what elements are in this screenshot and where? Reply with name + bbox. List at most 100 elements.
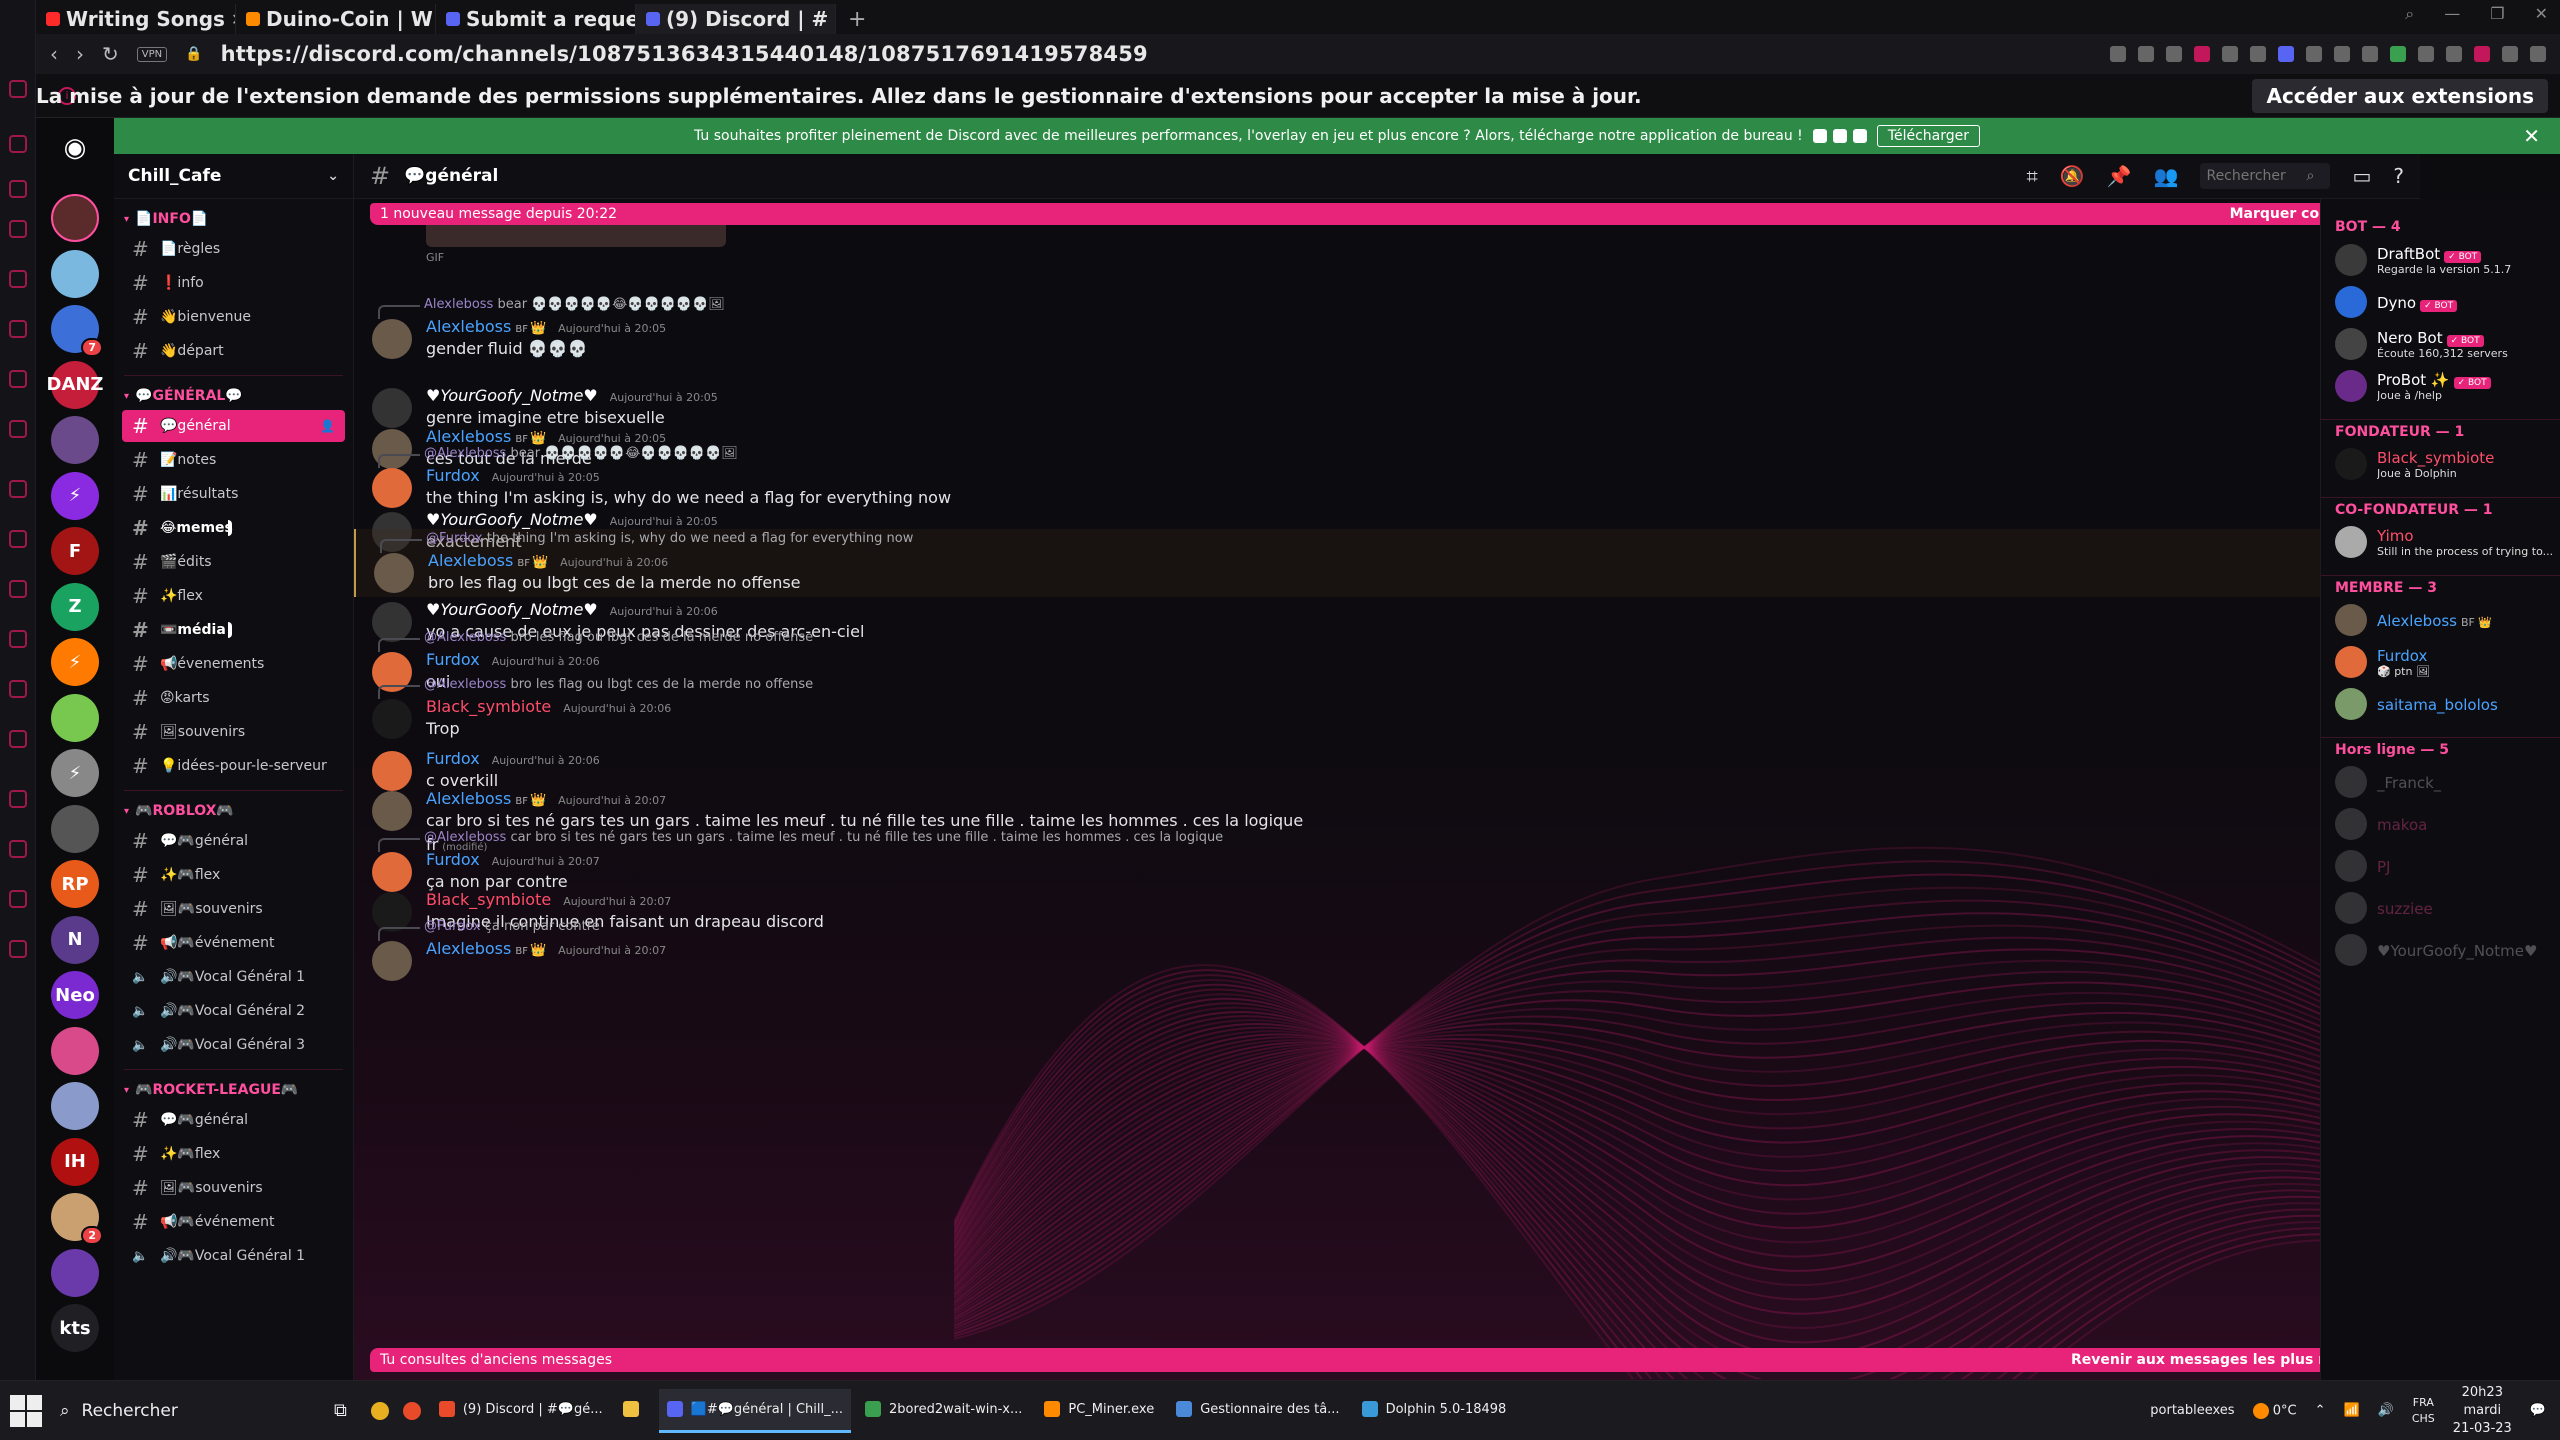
help-icon[interactable]: ? <box>2393 164 2404 188</box>
server-icon[interactable] <box>51 1082 99 1130</box>
pin-icon[interactable]: 📌 <box>2107 164 2132 188</box>
extension-icon[interactable] <box>2306 46 2322 62</box>
chrome-icon[interactable] <box>370 1401 389 1420</box>
avatar[interactable] <box>372 468 412 508</box>
author-name[interactable]: Furdox <box>426 749 480 768</box>
server-icon[interactable] <box>51 804 99 853</box>
server-icon[interactable] <box>51 1248 99 1297</box>
server-icon[interactable]: ⚡ <box>51 471 99 520</box>
reply-preview[interactable]: @Furdox ça non par contre <box>378 919 600 941</box>
weather-widget[interactable]: 0°C <box>2252 1402 2297 1419</box>
author-name[interactable]: ♥YourGoofy_Notme♥ <box>426 510 598 529</box>
server-icon[interactable] <box>51 693 99 742</box>
taskbar-app[interactable]: 2bored2wait-win-x... <box>857 1389 1030 1433</box>
taskbar-app[interactable]: PC_Miner.exe <box>1036 1389 1162 1433</box>
channel-item[interactable]: # ✨🎮flex <box>122 1138 345 1170</box>
guild-header[interactable]: Chill_Cafe ⌄ <box>114 154 353 199</box>
server-icon[interactable]: 2 <box>51 1193 103 1245</box>
author-name[interactable]: Alexleboss <box>428 551 513 570</box>
download-button[interactable]: Télécharger <box>1876 125 1981 147</box>
sidebar-app-icon[interactable] <box>9 135 27 153</box>
channel-item[interactable]: 🔈 🔊🎮Vocal Général 2 <box>122 995 345 1027</box>
browser-tab[interactable]: Writing Songs✕ <box>36 4 236 34</box>
extension-icon[interactable] <box>2222 46 2238 62</box>
server-icon[interactable]: ⚡ <box>51 749 99 797</box>
server-icon[interactable]: Z <box>51 582 99 631</box>
member-item[interactable]: _Franck_ <box>2321 761 2560 803</box>
back-icon[interactable]: ‹ <box>50 42 58 66</box>
sidebar-app-icon[interactable] <box>9 480 27 498</box>
reply-preview[interactable]: @Alexleboss car bro si tes né gars tes u… <box>377 830 1223 852</box>
extension-icon[interactable] <box>2278 46 2294 62</box>
channel-item[interactable]: 🔈 🔊🎮Vocal Général 3 <box>122 1029 345 1061</box>
channel-item[interactable]: # 👋bienvenue <box>122 301 345 333</box>
member-item[interactable]: Yimo Still in the process of trying to... <box>2321 521 2560 563</box>
taskbar-search[interactable]: ⌕ Rechercher <box>60 1391 310 1431</box>
channel-item[interactable]: # 👋départ <box>122 335 345 367</box>
sidebar-app-icon[interactable] <box>9 680 27 698</box>
brave-icon[interactable] <box>402 1401 421 1420</box>
member-item[interactable]: suzziee <box>2321 887 2560 929</box>
gif-preview[interactable] <box>426 225 726 247</box>
reply-author[interactable]: @Furdox <box>424 919 481 934</box>
author-name[interactable]: Black_symbiote <box>426 890 551 909</box>
search-tabs-icon[interactable]: ⌕ <box>2405 4 2414 24</box>
taskbar-app[interactable]: 🟦#💬général | Chill_... <box>658 1388 852 1433</box>
avatar[interactable] <box>372 699 412 739</box>
search-input[interactable] <box>2206 168 2307 184</box>
avatar[interactable] <box>372 388 412 428</box>
member-list-icon[interactable]: 👥 <box>2154 164 2179 188</box>
reply-author[interactable]: @Alexleboss <box>424 830 506 845</box>
avatar[interactable] <box>372 941 412 981</box>
server-icon[interactable]: DANZ <box>47 360 104 409</box>
channel-item[interactable]: # 😡karts <box>122 682 345 714</box>
discord-home-icon[interactable]: ◉ <box>51 124 99 172</box>
channel-item[interactable]: # 🎬édits <box>122 546 345 578</box>
channel-item[interactable]: # 📊résultats <box>122 478 345 510</box>
member-item[interactable]: ProBot ✨ ✓ BOT Joue à /help <box>2321 365 2560 407</box>
browser-tab[interactable]: Duino-Coin | W✕ <box>236 4 436 34</box>
forward-icon[interactable]: › <box>76 42 84 66</box>
author-name[interactable]: ♥YourGoofy_Notme♥ <box>426 386 598 405</box>
server-icon[interactable]: N <box>51 915 99 964</box>
avatar[interactable] <box>374 553 414 593</box>
taskbar-app[interactable]: Gestionnaire des tâ... <box>1168 1389 1347 1433</box>
start-button[interactable] <box>10 1394 42 1427</box>
channel-item[interactable]: # 💬🎮général <box>122 825 345 857</box>
server-icon[interactable]: ⚡ <box>51 638 99 686</box>
close-window-button[interactable]: ✕ <box>2535 4 2548 24</box>
channel-item[interactable]: # 🖼souvenirs <box>122 716 345 748</box>
sidebar-app-icon[interactable] <box>9 730 27 748</box>
inbox-icon[interactable]: ▭ <box>2352 164 2371 188</box>
extension-icon[interactable] <box>2138 46 2154 62</box>
reply-preview[interactable]: Alexleboss bear 💀💀💀💀💀😂💀💀💀💀💀🖼 <box>378 297 725 319</box>
sidebar-app-icon[interactable] <box>9 890 27 908</box>
taskbar-app[interactable]: Dolphin 5.0-18498 <box>1354 1389 1515 1433</box>
sidebar-app-icon[interactable] <box>9 270 27 288</box>
channel-item[interactable]: # 💬général 👤 <box>122 410 345 442</box>
server-icon[interactable] <box>51 249 99 298</box>
channel-item[interactable]: # ❗info <box>122 267 345 299</box>
task-view-icon[interactable]: ⧉ <box>334 1400 347 1421</box>
message[interactable]: @Alexleboss bro les flag ou lbgt ces de … <box>354 675 2420 743</box>
author-name[interactable]: Alexleboss <box>426 317 511 336</box>
sidebar-app-icon[interactable] <box>9 630 27 648</box>
reload-icon[interactable]: ↻ <box>102 42 119 66</box>
channel-item[interactable]: # 📄règles <box>122 233 345 265</box>
sidebar-app-icon[interactable] <box>9 370 27 388</box>
reply-preview[interactable]: @Alexleboss bro les flag ou lbgt ces de … <box>377 630 813 652</box>
server-icon[interactable] <box>51 416 99 464</box>
extension-icon[interactable] <box>2390 46 2406 62</box>
channel-category[interactable]: ▾ 💬Général💬 <box>114 384 353 408</box>
channel-category[interactable]: ▾ 🎮ROCKET-LEAGUE🎮 <box>114 1078 353 1102</box>
language-indicator[interactable]: FRA CHS <box>2412 1395 2435 1427</box>
channel-category[interactable]: ▾ 🎮ROBLOX🎮 <box>114 799 353 823</box>
extension-icon[interactable] <box>2362 46 2378 62</box>
avatar[interactable] <box>372 319 412 359</box>
reply-author[interactable]: @Alexleboss <box>424 630 506 645</box>
extension-icon[interactable] <box>2250 46 2266 62</box>
server-icon[interactable]: IH <box>51 1137 99 1186</box>
chat-area[interactable]: GIF Alexleboss bear 💀💀💀💀💀😂💀💀💀💀💀🖼 Alexlebo… <box>354 199 2420 1380</box>
vpn-badge[interactable]: VPN <box>136 46 168 62</box>
member-item[interactable]: Nero Bot ✓ BOT Écoute 160,312 servers <box>2321 323 2560 365</box>
